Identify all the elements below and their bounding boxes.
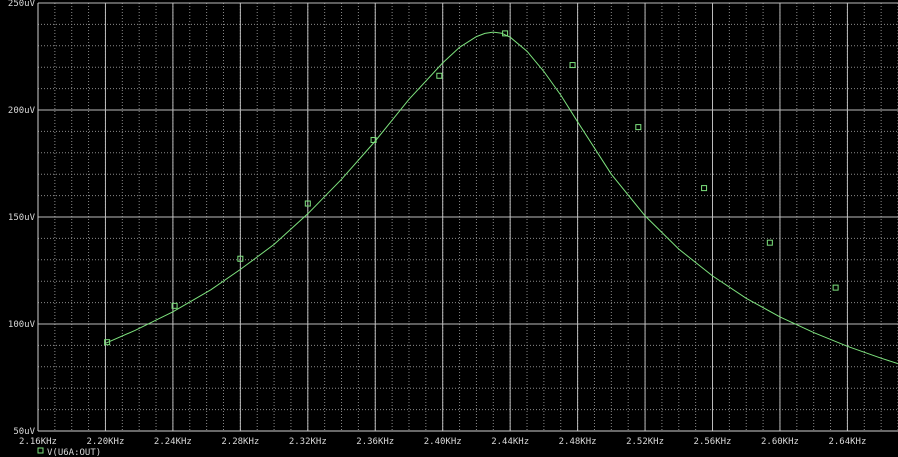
x-tick-label: 2.48KHz [559, 437, 597, 447]
x-tick-label: 2.28KHz [221, 437, 259, 447]
data-point-marker [635, 124, 642, 131]
y-tick-label: 150uV [8, 213, 36, 223]
x-tick-label: 2.20KHz [86, 437, 124, 447]
x-tick-label: 2.64KHz [828, 437, 866, 447]
x-tick-label: 2.60KHz [761, 437, 799, 447]
legend-marker [37, 447, 44, 454]
x-tick-label: 2.56KHz [694, 437, 732, 447]
grid-lines [37, 2, 898, 432]
data-point-marker [832, 284, 839, 291]
x-tick-label: 2.44KHz [491, 437, 529, 447]
x-tick-label: 2.40KHz [424, 437, 462, 447]
data-point-marker [766, 239, 773, 246]
x-tick-label: 2.16KHz [19, 437, 57, 447]
x-tick-label: 2.24KHz [154, 437, 192, 447]
x-tick-label: 2.32KHz [289, 437, 327, 447]
series-group [104, 30, 898, 365]
legend: V(U6A:OUT) [37, 447, 101, 457]
data-point-marker [701, 185, 708, 192]
y-tick-label: 100uV [8, 320, 36, 330]
x-tick-label: 2.36KHz [356, 437, 394, 447]
data-point-marker [436, 72, 443, 79]
x-tick-label: 2.52KHz [626, 437, 664, 447]
y-tick-label: 200uV [8, 106, 36, 116]
series-line [105, 31, 898, 365]
y-tick-label: 250uV [8, 0, 36, 9]
y-tick-label: 50uV [13, 427, 35, 437]
legend-label: V(U6A:OUT) [47, 448, 101, 457]
chart-plot: 2.16KHz 2.20KHz 2.24KHz 2.28KHz 2.32KHz 2.36K… [8, 0, 898, 457]
